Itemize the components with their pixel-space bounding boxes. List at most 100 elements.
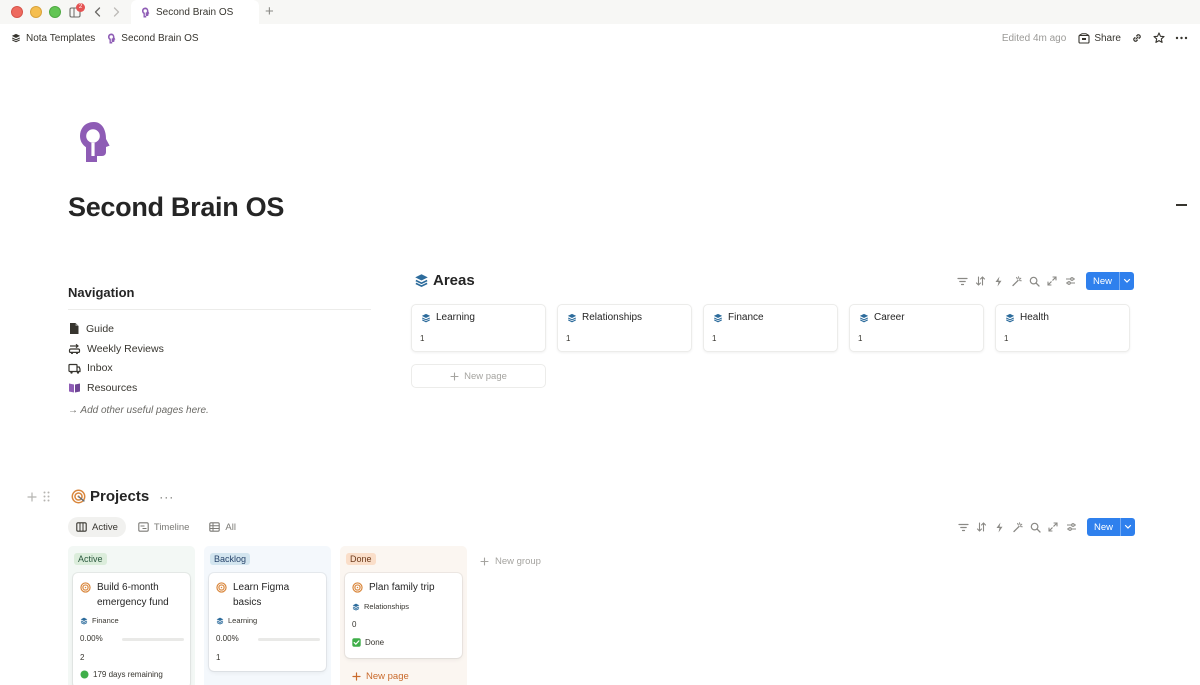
area-card-name: Relationships (582, 312, 643, 323)
filter-icon[interactable] (956, 275, 968, 287)
area-card-count: 1 (1004, 334, 1009, 343)
tab-timeline-view[interactable]: Timeline (130, 517, 198, 537)
project-task-count: 2 (80, 653, 85, 662)
target-icon (216, 580, 227, 610)
link-icon[interactable] (1131, 32, 1143, 44)
project-title: Build 6-month emergency fund (97, 582, 169, 608)
tab-second-brain-os[interactable]: Second Brain OS (131, 0, 259, 24)
breadcrumb-second-brain-os[interactable]: Second Brain OS (107, 32, 199, 44)
navigation-note: → Add other useful pages here. (68, 405, 209, 416)
tab-active-view[interactable]: Active (68, 517, 126, 537)
projects-more-icon[interactable]: ··· (159, 490, 174, 504)
progress-text: 0.00% (216, 634, 239, 643)
projects-new-button[interactable]: New (1087, 518, 1136, 536)
close-window-button[interactable] (11, 6, 23, 18)
project-title: Plan family trip (369, 582, 435, 593)
table-icon (209, 522, 221, 532)
column-label-done[interactable]: Done (346, 553, 376, 565)
expand-icon[interactable] (1047, 521, 1059, 533)
area-card-count: 1 (712, 334, 717, 343)
green-circle-icon (80, 670, 89, 679)
areas-new-button[interactable]: New (1086, 272, 1135, 290)
brain-head-icon (141, 7, 150, 18)
column-label-active[interactable]: Active (74, 553, 107, 565)
expand-icon[interactable] (1046, 275, 1058, 287)
lightning-icon[interactable] (993, 521, 1005, 533)
project-card-emergency-fund[interactable]: Build 6-month emergency fund Finance 0.0… (73, 573, 190, 685)
sort-icon[interactable] (975, 521, 987, 533)
timeline-icon (138, 522, 149, 532)
project-area-relation[interactable]: Finance (80, 616, 119, 625)
nav-link-label: Inbox (87, 362, 113, 375)
areas-new-page-button[interactable]: New page (411, 364, 546, 388)
new-tab-plus-icon[interactable]: + (265, 4, 274, 20)
area-card-relationships[interactable]: Relationships 1 (557, 304, 692, 352)
breadcrumb-nota-templates[interactable]: Nota Templates (11, 33, 95, 44)
new-group-label: New group (495, 556, 541, 567)
more-options-icon[interactable] (1175, 32, 1188, 44)
projects-heading[interactable]: Projects ··· (71, 488, 174, 505)
areas-heading[interactable]: Areas (414, 272, 475, 289)
search-icon[interactable] (1028, 275, 1040, 287)
project-card-learn-figma[interactable]: Learn Figma basics Learning 0.00% 1 (209, 573, 326, 671)
breadcrumb-label: Second Brain OS (121, 32, 199, 44)
green-check-icon (352, 638, 361, 647)
tab-title: Second Brain OS (156, 6, 234, 18)
drag-handle-icon[interactable] (43, 491, 50, 502)
column-label-backlog[interactable]: Backlog (210, 553, 251, 565)
navigation-heading: Navigation (68, 285, 135, 300)
magic-wand-icon[interactable] (1011, 521, 1023, 533)
done-new-page-button[interactable]: New page (352, 671, 409, 682)
search-icon[interactable] (1029, 521, 1041, 533)
filter-icon[interactable] (957, 521, 969, 533)
settings-sliders-icon[interactable] (1064, 275, 1076, 287)
chevron-down-icon[interactable] (1119, 272, 1134, 290)
project-status-label: Done (365, 638, 385, 647)
chevron-down-icon[interactable] (1120, 518, 1135, 536)
new-group-button[interactable]: New group (480, 556, 541, 567)
project-progress: 0.00% (216, 634, 322, 643)
area-card-health[interactable]: Health 1 (995, 304, 1130, 352)
project-area-relation[interactable]: Relationships (352, 602, 409, 611)
add-block-plus-icon[interactable] (27, 491, 37, 502)
share-icon (1078, 32, 1090, 44)
sort-icon[interactable] (974, 275, 986, 287)
view-tab-label: All (225, 521, 236, 533)
nav-link-label: Guide (86, 322, 115, 335)
tab-all-view[interactable]: All (201, 517, 244, 537)
board-column-active: Active Build 6-month emergency fund Fina… (68, 546, 195, 685)
nav-link-guide[interactable]: Guide (68, 319, 164, 339)
area-card-finance[interactable]: Finance 1 (703, 304, 838, 352)
forward-arrow-icon[interactable] (111, 6, 121, 18)
back-arrow-icon[interactable] (93, 6, 103, 18)
minimize-window-button[interactable] (30, 6, 42, 18)
view-tab-label: Active (92, 521, 118, 533)
layers-icon (216, 617, 224, 625)
share-button[interactable]: Share (1078, 33, 1121, 44)
nav-link-inbox[interactable]: Inbox (68, 358, 164, 378)
star-icon[interactable] (1153, 32, 1165, 44)
project-progress: 0.00% (80, 634, 186, 643)
nav-link-resources[interactable]: Resources (68, 378, 164, 398)
project-status: Done (352, 638, 384, 647)
page-icon-brain-head[interactable] (76, 120, 112, 164)
settings-sliders-icon[interactable] (1065, 521, 1077, 533)
project-task-count: 0 (352, 620, 357, 629)
new-button-label: New (1093, 275, 1113, 287)
board-column-backlog: Backlog Learn Figma basics Learning 0.00… (204, 546, 331, 685)
window-titlebar: 2 Second Brain OS + (0, 0, 1200, 24)
area-card-career[interactable]: Career 1 (849, 304, 984, 352)
target-icon (352, 580, 363, 595)
magic-wand-icon[interactable] (1010, 275, 1022, 287)
plus-icon (480, 557, 489, 566)
navigation-list: Guide Weekly Reviews Inbox Resources (68, 319, 164, 398)
layers-icon (567, 313, 577, 323)
zoom-window-button[interactable] (49, 6, 61, 18)
project-area-relation[interactable]: Learning (216, 616, 257, 625)
nav-link-weekly-reviews[interactable]: Weekly Reviews (68, 339, 164, 359)
lightning-icon[interactable] (992, 275, 1004, 287)
projects-title: Projects (90, 488, 150, 505)
table-of-contents-toggle[interactable] (1176, 204, 1187, 206)
project-card-family-trip[interactable]: Plan family trip Relationships 0 Done (345, 573, 462, 658)
area-card-learning[interactable]: Learning 1 (411, 304, 546, 352)
